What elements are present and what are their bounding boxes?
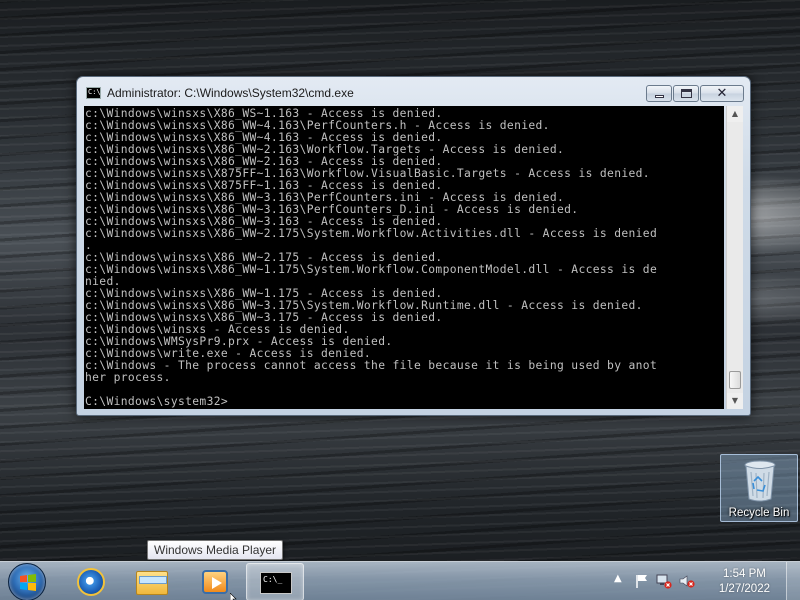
recycle-bin-label: Recycle Bin	[728, 507, 790, 519]
console-line: c:\Windows\winsxs\X86_WW~3.163\PerfCount…	[85, 192, 565, 204]
maximize-icon	[681, 89, 692, 98]
console-lines: c:\Windows\winsxs\X86_WS~1.163 - Access …	[84, 106, 724, 408]
taskbar-windows-explorer[interactable]	[126, 563, 180, 600]
recycle-bin-desktop-icon[interactable]: Recycle Bin	[720, 454, 798, 522]
console-line: c:\Windows\winsxs - Access is denied.	[85, 324, 350, 336]
minimize-button[interactable]	[646, 85, 672, 102]
taskbar-internet-explorer[interactable]	[64, 563, 118, 600]
close-icon: ✕	[716, 86, 728, 101]
recycle-bin-icon	[744, 460, 776, 502]
windows-logo-icon	[20, 574, 36, 591]
scroll-up-arrow-icon[interactable]: ▲	[727, 106, 743, 122]
console-line: c:\Windows - The process cannot access t…	[85, 360, 658, 372]
minimize-icon	[655, 95, 664, 98]
console-line: nied.	[85, 276, 121, 288]
caption-buttons: ✕	[645, 85, 744, 103]
system-tray: ▲ 1:54 PM 1/27/2022	[610, 562, 800, 600]
close-button[interactable]: ✕	[700, 85, 744, 102]
network-icon[interactable]	[656, 573, 672, 589]
vertical-scrollbar[interactable]: ▲ ▼	[726, 106, 743, 409]
clock-time: 1:54 PM	[723, 568, 766, 580]
console-line: c:\Windows\winsxs\X86_WS~1.163 - Access …	[85, 108, 443, 120]
taskbar: C:\_ ▲ 1:54 PM 1/27/2022	[0, 561, 800, 600]
command-prompt-icon: C:\_	[260, 572, 292, 594]
console-line: C:\Windows\system32>	[85, 396, 229, 408]
internet-explorer-icon	[77, 568, 105, 596]
console-line: c:\Windows\winsxs\X86_WW~4.163\PerfCount…	[85, 120, 550, 132]
console-line: c:\Windows\winsxs\X86_WW~3.175\System.Wo…	[85, 300, 643, 312]
console-line: her process.	[85, 372, 171, 384]
console-line: .	[85, 240, 93, 252]
console-line: c:\Windows\winsxs\X86_WW~2.163\Workflow.…	[85, 144, 565, 156]
scroll-down-arrow-icon[interactable]: ▼	[727, 393, 743, 409]
console-line: c:\Windows\winsxs\X86_WW~1.175 - Access …	[85, 288, 443, 300]
console-line: c:\Windows\winsxs\X86_WW~3.163\PerfCount…	[85, 204, 579, 216]
cmd-window[interactable]: C:\ Administrator: C:\Windows\System32\c…	[76, 76, 751, 416]
console-line: c:\Windows\winsxs\X86_WW~2.175 - Access …	[85, 252, 443, 264]
volume-muted-icon[interactable]	[679, 573, 695, 589]
console-line: c:\Windows\winsxs\X86_WW~3.175 - Access …	[85, 312, 443, 324]
window-title: Administrator: C:\Windows\System32\cmd.e…	[107, 86, 354, 100]
show-desktop-button[interactable]	[786, 562, 800, 600]
console-line: c:\Windows\winsxs\X875FF~1.163\Workflow.…	[85, 168, 650, 180]
console-line: c:\Windows\winsxs\X875FF~1.163 - Access …	[85, 180, 443, 192]
console-line: c:\Windows\write.exe - Access is denied.	[85, 348, 372, 360]
windows-media-player-icon	[202, 570, 228, 594]
console-line: c:\Windows\winsxs\X86_WW~2.175\System.Wo…	[85, 228, 658, 240]
maximize-button[interactable]	[673, 85, 699, 102]
console-line: c:\Windows\winsxs\X86_WW~2.163 - Access …	[85, 156, 443, 168]
show-hidden-icons-icon[interactable]: ▲	[614, 573, 622, 584]
taskbar-command-prompt[interactable]: C:\_	[246, 563, 304, 600]
clock[interactable]: 1:54 PM 1/27/2022	[719, 567, 770, 597]
cmd-icon: C:\	[86, 87, 101, 99]
taskbar-tooltip: Windows Media Player	[147, 540, 284, 560]
console-line: c:\Windows\winsxs\X86_WW~1.175\System.Wo…	[85, 264, 658, 276]
scroll-thumb[interactable]	[729, 371, 741, 389]
start-button[interactable]	[8, 563, 46, 600]
window-titlebar[interactable]: C:\ Administrator: C:\Windows\System32\c…	[77, 77, 750, 105]
console-line: c:\Windows\WMSysPr9.prx - Access is deni…	[85, 336, 393, 348]
console-line: c:\Windows\winsxs\X86_WW~3.163 - Access …	[85, 216, 443, 228]
console-line: c:\Windows\winsxs\X86_WW~4.163 - Access …	[85, 132, 443, 144]
clock-date: 1/27/2022	[718, 583, 770, 595]
console-output[interactable]: c:\Windows\winsxs\X86_WS~1.163 - Access …	[84, 106, 724, 409]
windows-explorer-icon	[136, 571, 168, 595]
action-center-flag-icon[interactable]	[634, 573, 650, 589]
mouse-cursor-icon	[230, 593, 237, 600]
